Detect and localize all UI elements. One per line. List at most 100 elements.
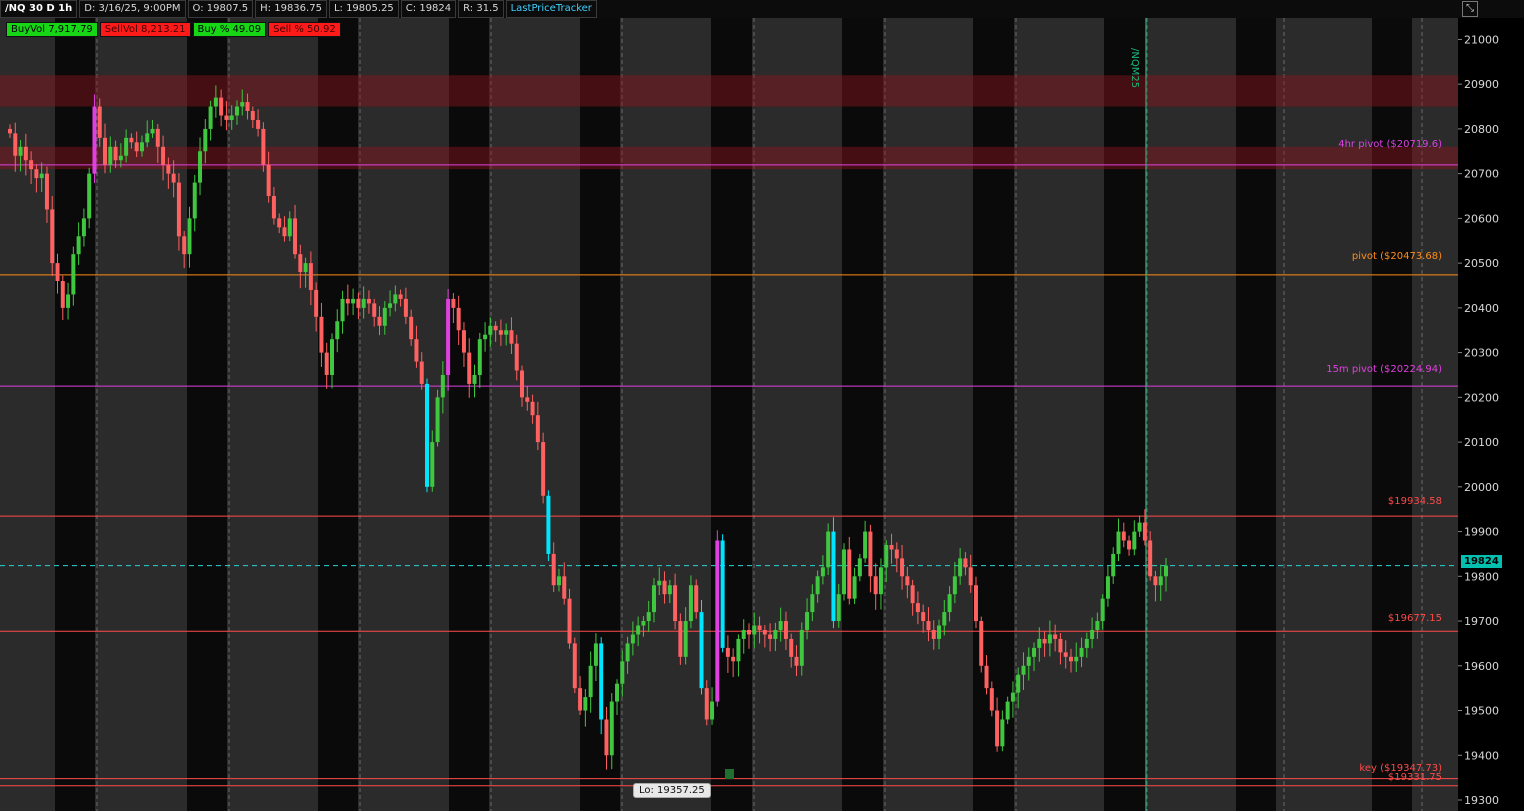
candle-body (34, 169, 39, 179)
candle-body (71, 254, 76, 295)
candle-body (461, 330, 466, 353)
price-axis[interactable]: 19300 19400 19500 19600 19700 19800 19900 20000… (1458, 18, 1524, 811)
candle-body (271, 196, 276, 219)
axis-tick-label: 19900 (1464, 526, 1499, 539)
candle-body (699, 612, 704, 689)
candle-body (388, 303, 393, 308)
axis-tick-label: 19700 (1464, 615, 1499, 628)
candle-body (97, 106, 102, 138)
candle-body (409, 316, 414, 340)
axis-tick-label: 19600 (1464, 660, 1499, 673)
candle-body (894, 549, 899, 559)
candle-body (171, 173, 176, 183)
session-band (318, 18, 358, 811)
candle-body (1095, 621, 1100, 630)
candle-body (683, 621, 688, 657)
candle-body (979, 621, 984, 666)
candle-body (736, 638, 741, 662)
low-callout: Lo: 19357.25 (633, 783, 711, 798)
pivot-label: pivot ($20473.68) (1351, 251, 1442, 262)
candle-body (446, 298, 451, 375)
candle-body (625, 643, 630, 662)
candle-body (667, 585, 672, 595)
candle-body (1005, 701, 1010, 720)
candle-body (60, 281, 65, 308)
candle-body (303, 263, 308, 273)
candle-body (921, 612, 926, 622)
candle-body (134, 142, 139, 152)
candle-body (240, 102, 245, 107)
candle-body (472, 374, 477, 384)
candle-body (182, 236, 187, 255)
candle-body (1047, 634, 1052, 644)
candle-body (55, 263, 60, 282)
symbol-label[interactable]: /NQ 30 D 1h (0, 0, 78, 18)
candle-body (620, 661, 625, 684)
candle-body (483, 334, 488, 340)
candle-body (176, 182, 181, 237)
buy-pct-badge: Buy % 49.09 (192, 22, 267, 37)
candle-body (525, 397, 530, 402)
last-price-tracker-label[interactable]: LastPriceTracker (505, 0, 597, 18)
candle-body (1090, 629, 1095, 639)
collapse-icon[interactable]: ⤡ (1462, 1, 1478, 17)
date-readout: D: 3/16/25, 9:00PM (79, 0, 186, 18)
candle-body (799, 629, 804, 666)
candle-body (783, 621, 788, 639)
candle-body (282, 227, 287, 237)
candle-body (1032, 647, 1037, 657)
candle-body (414, 339, 419, 362)
candle-body (926, 621, 931, 630)
candle-body (103, 137, 108, 165)
candle-body (351, 298, 356, 304)
candle-body (129, 137, 134, 143)
candle-body (8, 128, 12, 134)
candle-body (340, 298, 345, 322)
candle-body (298, 254, 303, 273)
candle-body (430, 442, 435, 487)
candle-body (757, 625, 762, 630)
candle-body (488, 325, 493, 335)
candle-body (451, 298, 456, 308)
session-band (449, 18, 489, 811)
candle-body (646, 612, 651, 622)
candle-body (567, 598, 572, 644)
axis-tick-label: 20900 (1464, 78, 1499, 91)
session-band (55, 18, 95, 811)
candle-body (1121, 531, 1126, 541)
candle-body (789, 638, 794, 657)
candle-body (1016, 674, 1021, 693)
candle-body (23, 146, 28, 161)
candle-body (145, 133, 150, 143)
price-chart[interactable] (0, 18, 1458, 811)
candle-body (256, 119, 261, 129)
candle-body (688, 585, 693, 622)
candle-body (651, 585, 656, 613)
candle-body (44, 173, 49, 210)
candle-body (873, 576, 878, 595)
candle-body (694, 585, 699, 613)
candle-body (345, 298, 350, 304)
candle-body (826, 531, 831, 568)
candle-body (989, 688, 994, 711)
candle-body (245, 102, 250, 112)
axis-tick-label: 20700 (1464, 168, 1499, 181)
candle-body (857, 558, 862, 577)
candle-body (630, 634, 635, 644)
candle-body (398, 294, 403, 299)
candle-body (1142, 522, 1147, 541)
candle-body (593, 643, 598, 666)
candle-body (852, 576, 857, 599)
candle-body (805, 612, 810, 630)
candle-body (905, 576, 910, 586)
candle-body (266, 164, 271, 197)
close-readout: C: 19824 (400, 0, 457, 18)
candle-body (477, 339, 482, 375)
candle-body (752, 625, 757, 635)
candle-body (556, 576, 561, 586)
candle-body (1000, 719, 1005, 747)
level-19677-label: $19677.15 (1387, 613, 1442, 624)
candle-body (287, 218, 292, 237)
candle-body (234, 106, 239, 116)
candle-body (87, 173, 92, 219)
